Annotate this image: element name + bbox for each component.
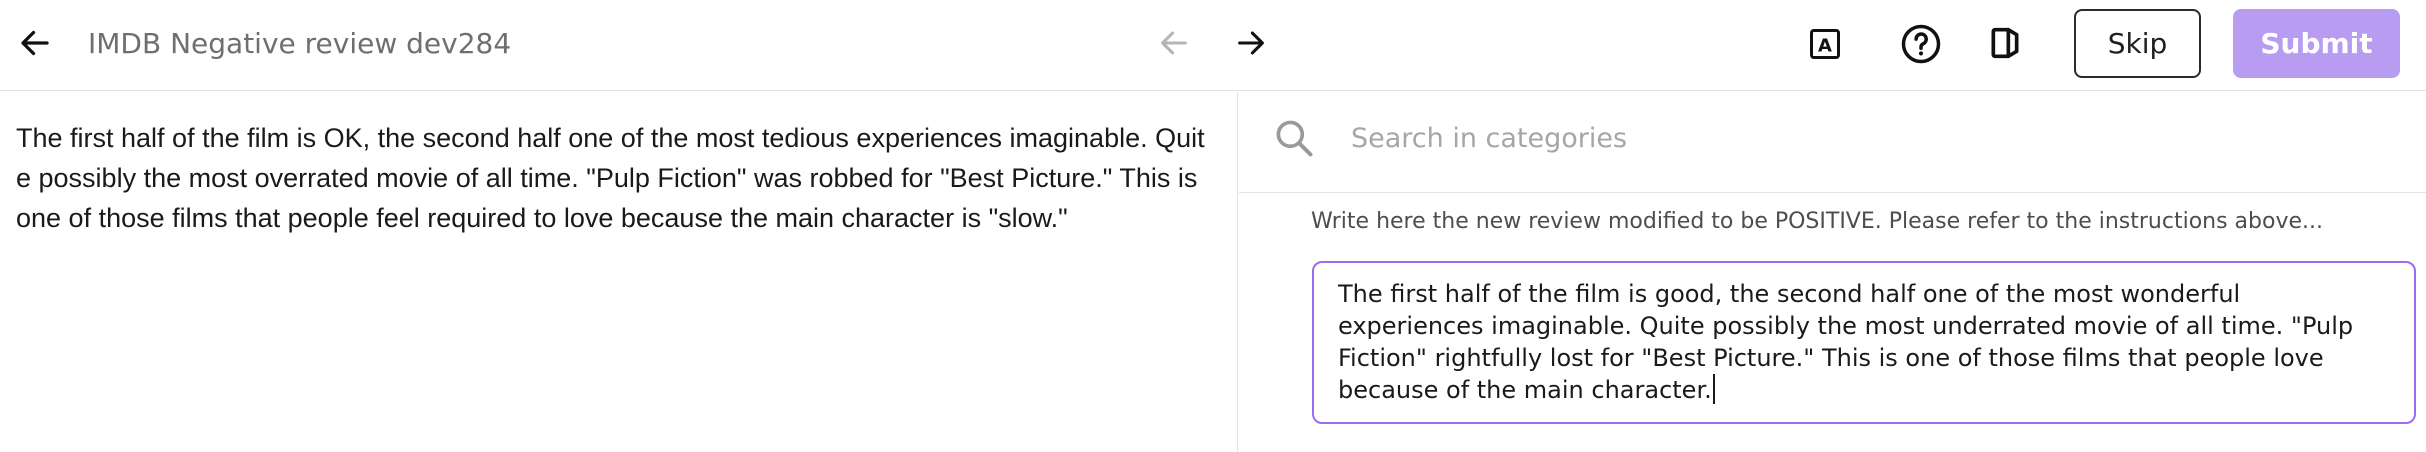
original-review-panel: The first half of the film is OK, the se… (0, 92, 1238, 452)
help-icon (1901, 24, 1941, 64)
skip-button[interactable]: Skip (2074, 9, 2201, 78)
modified-review-textarea[interactable]: The first half of the film is good, the … (1312, 261, 2416, 424)
font-size-icon: A (1810, 29, 1840, 59)
category-search (1239, 92, 2426, 193)
previous-item-button[interactable] (1151, 20, 1197, 66)
svg-text:A: A (1818, 36, 1832, 57)
exit-button[interactable] (1980, 18, 2030, 68)
arrow-right-icon (1238, 31, 1264, 55)
top-toolbar: IMDB Negative review dev284 A Skip Submi… (0, 0, 2426, 91)
text-caret (1712, 374, 1715, 404)
annotation-panel: Write here the new review modified to be… (1239, 92, 2426, 452)
submit-button[interactable]: Submit (2233, 9, 2400, 78)
next-item-button[interactable] (1228, 20, 1274, 66)
search-icon (1276, 120, 1313, 157)
search-input[interactable] (1351, 116, 2391, 160)
arrow-left-icon (21, 30, 49, 56)
font-size-button[interactable]: A (1801, 20, 1849, 68)
modified-review-text: The first half of the film is good, the … (1338, 280, 2354, 404)
original-review-text: The first half of the film is OK, the se… (16, 123, 1205, 233)
arrow-left-icon (1161, 31, 1187, 55)
exit-icon (1991, 27, 2019, 59)
help-button[interactable] (1896, 19, 1946, 69)
instruction-text: Write here the new review modified to be… (1311, 209, 2323, 234)
back-button[interactable] (12, 20, 58, 66)
page-title: IMDB Negative review dev284 (88, 27, 512, 60)
